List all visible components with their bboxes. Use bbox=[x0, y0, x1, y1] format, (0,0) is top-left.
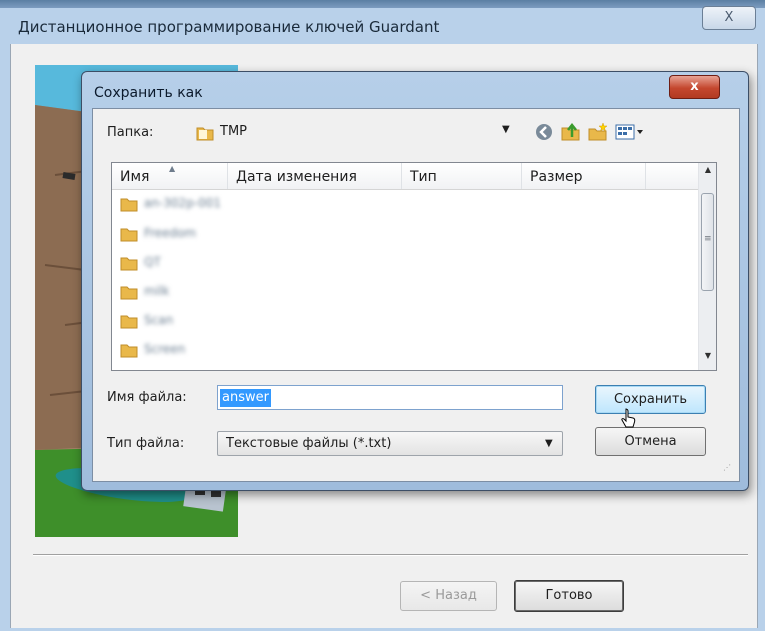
column-header-size[interactable]: Размер bbox=[522, 163, 646, 189]
mouse-cursor-icon bbox=[621, 408, 637, 432]
folder-combo[interactable]: TMP ▼ bbox=[188, 122, 516, 144]
filetype-label: Тип файла: bbox=[107, 436, 185, 451]
dialog-body: Папка: TMP ▼ Имя ▲ Дата изменения Тип Ра… bbox=[92, 108, 740, 482]
up-folder-icon[interactable] bbox=[560, 121, 582, 143]
done-button[interactable]: Готово bbox=[514, 580, 624, 612]
item-name: an-302p-001 bbox=[144, 196, 222, 210]
folder-label: Папка: bbox=[107, 125, 154, 140]
back-icon[interactable] bbox=[533, 121, 555, 143]
wizard-separator bbox=[33, 554, 748, 556]
view-menu-icon[interactable] bbox=[614, 121, 650, 143]
filename-label: Имя файла: bbox=[107, 390, 187, 405]
grip-icon: ≡ bbox=[704, 234, 712, 244]
filename-input[interactable]: answer bbox=[217, 385, 563, 410]
save-as-dialog: Сохранить как x Папка: TMP ▼ Имя ▲ Дата … bbox=[81, 71, 749, 491]
cancel-button[interactable]: Отмена bbox=[595, 427, 706, 456]
item-name: Screen bbox=[144, 342, 186, 356]
dialog-close-button[interactable]: x bbox=[669, 75, 720, 99]
item-name: Freedom bbox=[144, 226, 197, 240]
item-name: QT bbox=[144, 255, 161, 269]
chevron-down-icon[interactable]: ▼ bbox=[502, 124, 510, 135]
item-name: milk bbox=[144, 284, 170, 298]
item-name: Scan bbox=[144, 313, 174, 327]
wizard-close-button[interactable]: X bbox=[702, 6, 756, 30]
list-header: Имя ▲ Дата изменения Тип Размер bbox=[112, 163, 698, 190]
new-folder-icon[interactable] bbox=[587, 121, 609, 143]
folder-icon bbox=[120, 225, 138, 247]
list-item[interactable]: milk bbox=[120, 282, 320, 302]
scroll-thumb[interactable]: ≡ bbox=[701, 193, 714, 291]
folder-icon bbox=[120, 283, 138, 305]
window-frame-top bbox=[0, 0, 765, 8]
filetype-select[interactable]: Текстовые файлы (*.txt) ▼ bbox=[217, 431, 563, 456]
sort-ascending-icon: ▲ bbox=[169, 164, 176, 173]
folder-icon bbox=[196, 124, 214, 146]
wizard-title: Дистанционное программирование ключей Gu… bbox=[18, 18, 440, 36]
resize-grip-icon[interactable]: ⋰ bbox=[723, 463, 731, 472]
filename-value: answer bbox=[220, 389, 271, 407]
list-item[interactable]: an-302p-001 bbox=[120, 194, 320, 214]
folder-value: TMP bbox=[220, 124, 247, 139]
column-header-name[interactable]: Имя ▲ bbox=[112, 163, 228, 189]
scroll-down-icon[interactable]: ▼ bbox=[699, 351, 716, 365]
column-header-type[interactable]: Тип bbox=[402, 163, 522, 189]
file-list[interactable]: Имя ▲ Дата изменения Тип Размер an-302p-… bbox=[111, 162, 717, 371]
vertical-scrollbar[interactable]: ▲ ≡ ▼ bbox=[698, 163, 716, 370]
back-button[interactable]: < Назад bbox=[400, 581, 497, 611]
list-item[interactable]: Scan bbox=[120, 311, 320, 331]
list-item[interactable]: QT bbox=[120, 253, 320, 273]
folder-icon bbox=[120, 195, 138, 217]
folder-icon bbox=[120, 341, 138, 363]
dialog-title: Сохранить как bbox=[94, 85, 203, 101]
column-header-date[interactable]: Дата изменения bbox=[228, 163, 402, 189]
save-button[interactable]: Сохранить bbox=[595, 385, 706, 414]
scroll-up-icon[interactable]: ▲ bbox=[699, 165, 716, 179]
list-item[interactable]: Screen bbox=[120, 340, 320, 360]
filetype-value: Текстовые файлы (*.txt) bbox=[226, 436, 392, 451]
folder-icon bbox=[120, 254, 138, 276]
list-item[interactable]: Freedom bbox=[120, 224, 320, 244]
folder-icon bbox=[120, 312, 138, 334]
chevron-down-icon[interactable]: ▼ bbox=[545, 438, 553, 449]
